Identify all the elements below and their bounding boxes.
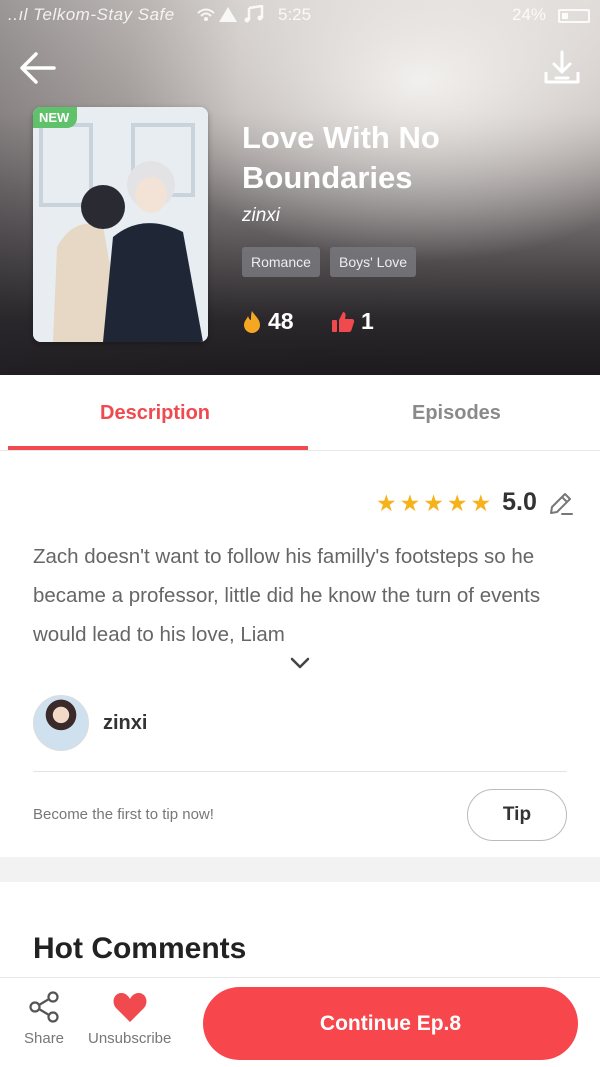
new-badge: NEW: [33, 107, 78, 128]
rating-value: 5.0: [502, 488, 537, 516]
thumbs-up-icon: [332, 311, 355, 332]
creator-row[interactable]: zinxi: [33, 695, 147, 751]
creator-avatar[interactable]: [33, 695, 89, 751]
cover-art: [33, 107, 208, 342]
tip-prompt: Become the first to tip now!: [33, 806, 214, 823]
tip-button[interactable]: Tip: [467, 789, 567, 841]
unsubscribe-label: Unsubscribe: [88, 1030, 172, 1047]
tab-episodes[interactable]: Episodes: [412, 402, 501, 425]
hot-comments-title: Hot Comments: [33, 932, 247, 965]
comic-title: Love With No Boundaries: [242, 120, 440, 195]
comic-header: ..ıl Telkom-Stay Safe 5:25 24% NEW Love …: [0, 0, 600, 375]
heart-icon: [113, 993, 147, 1022]
share-icon: [29, 991, 59, 1023]
tab-description[interactable]: Description: [100, 402, 210, 425]
creator-name[interactable]: zinxi: [103, 712, 147, 735]
chevron-down-icon: [290, 657, 310, 669]
fire-stat: 48: [242, 308, 294, 335]
status-icons: [196, 4, 266, 28]
star-icon: ★: [399, 489, 421, 516]
like-count: 1: [361, 308, 374, 334]
pencil-icon[interactable]: [548, 490, 574, 516]
star-icon: ★: [470, 489, 492, 516]
share-label: Share: [24, 1030, 65, 1047]
back-button[interactable]: [18, 48, 58, 88]
battery-percent: 24%: [512, 5, 547, 24]
clock: 5:25: [278, 5, 312, 24]
share-button[interactable]: Share: [24, 990, 64, 1047]
section-separator: [0, 857, 600, 882]
star-icon: ★: [423, 489, 444, 516]
comic-author[interactable]: zinxi: [242, 205, 280, 227]
tag-romance[interactable]: Romance: [242, 247, 320, 277]
unsubscribe-button[interactable]: Unsubscribe: [88, 990, 171, 1047]
description-text: Zach doesn't want to follow his familly'…: [33, 545, 541, 646]
status-bar: ..ıl Telkom-Stay Safe 5:25 24%: [0, 0, 600, 30]
battery-icon: [558, 9, 590, 23]
download-button[interactable]: [542, 48, 582, 88]
active-tab-indicator: [8, 446, 308, 450]
star-icon: ★: [376, 489, 397, 516]
carrier-label: ..ıl Telkom-Stay Safe: [8, 5, 175, 24]
comic-cover[interactable]: NEW: [33, 107, 208, 342]
like-stat: 1: [331, 308, 374, 335]
expand-description-button[interactable]: [289, 655, 311, 676]
fire-count: 48: [268, 308, 294, 334]
arrow-left-icon: [20, 52, 56, 84]
tag-boys-love[interactable]: Boys' Love: [330, 247, 417, 277]
rating[interactable]: ★ ★ ★ ★ ★ 5.0: [376, 488, 574, 517]
download-icon: [544, 50, 580, 84]
continue-episode-button[interactable]: Continue Ep.8: [203, 987, 578, 1060]
star-icon: ★: [446, 489, 468, 516]
fire-icon: [244, 310, 260, 333]
bottom-action-bar: Share Unsubscribe Continue Ep.8: [0, 977, 600, 1067]
tab-bar: Description Episodes: [0, 375, 600, 451]
divider: [33, 771, 567, 772]
